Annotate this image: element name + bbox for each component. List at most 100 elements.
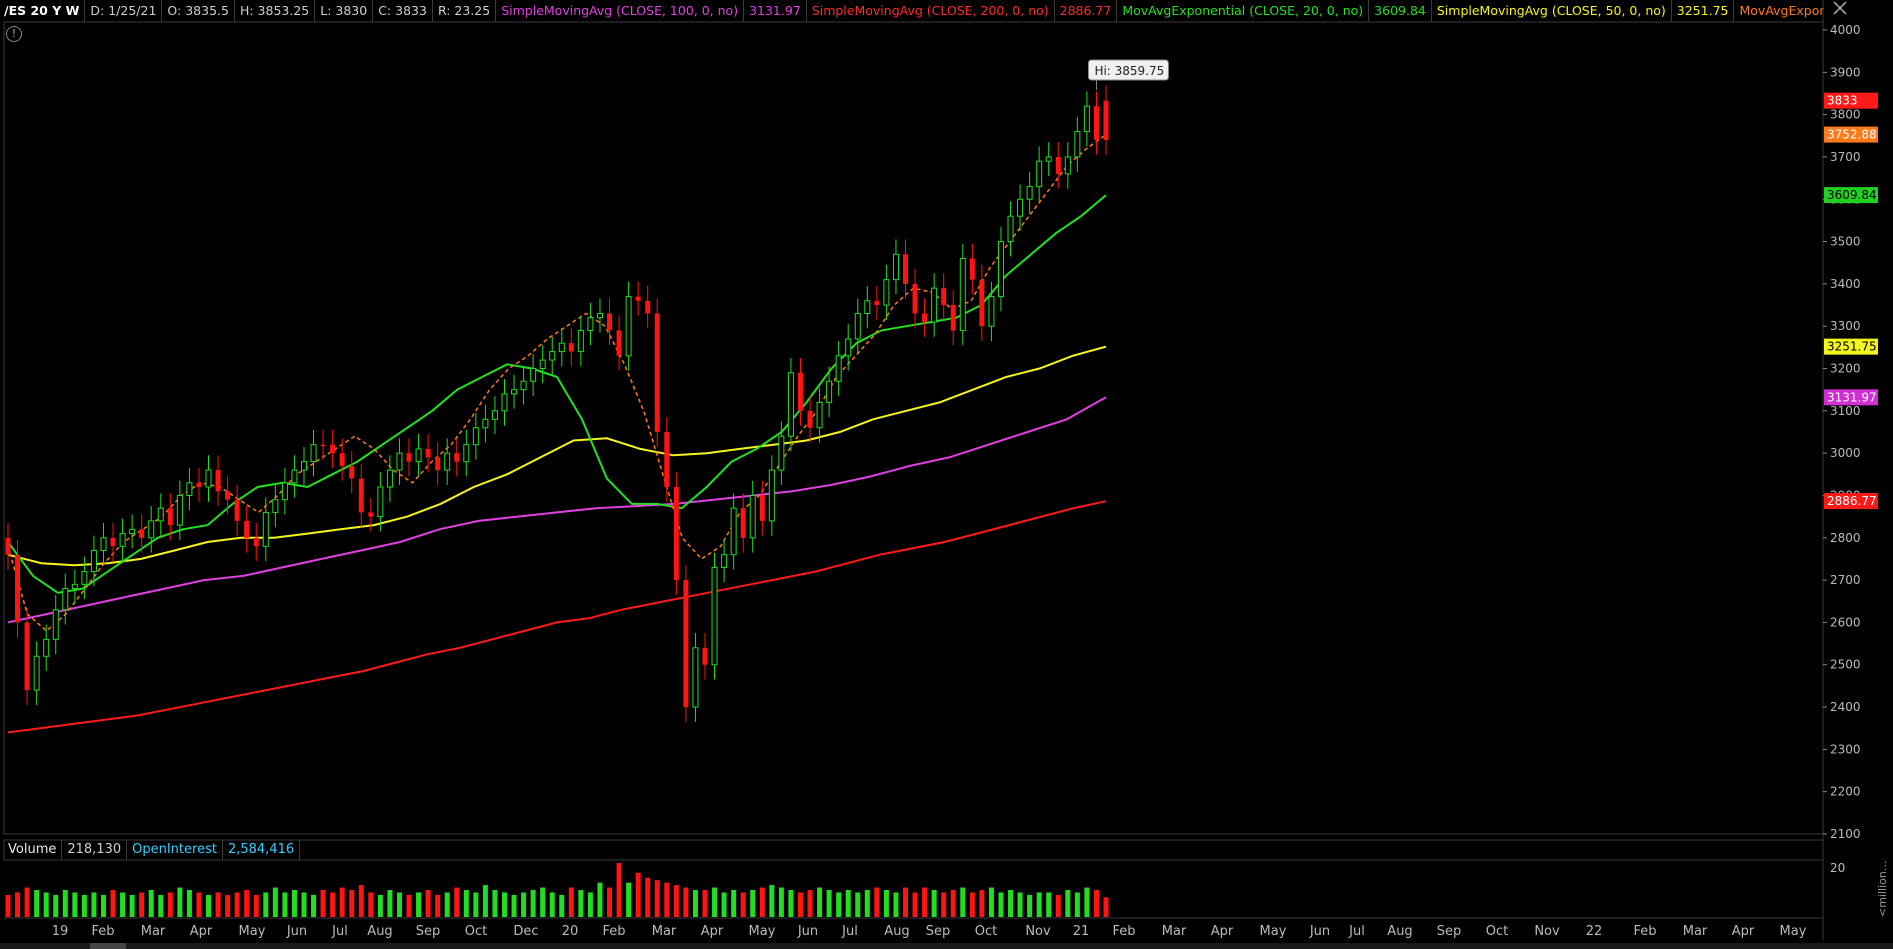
x-tick-label-37: May [1780,924,1807,939]
candle-body-60 [577,329,584,353]
volume-bar-37 [358,885,364,917]
scrollbar-thumb[interactable] [90,943,126,949]
y-tick-label-4000: 4000 [1830,23,1861,37]
volume-bar-77 [740,892,746,917]
volume-bar-84 [807,890,813,917]
x-tick-label-0: 19 [52,924,69,939]
volume-bar-55 [530,890,536,917]
price-flag-label-2: 3609.84 [1827,188,1877,202]
candle-body-64 [616,330,622,356]
volume-bar-103 [988,887,994,917]
candle-body-42 [406,453,412,462]
volume-bar-92 [883,890,889,917]
volume-bar-74 [712,887,718,917]
candle-body-17 [167,508,173,526]
x-tick-label-23: Feb [1112,924,1135,939]
y-tick-label-2200: 2200 [1830,785,1861,799]
open-interest-value: 2,584,416 [223,840,301,860]
candle-body-114 [1093,106,1099,141]
volume-bar-110 [1055,894,1061,917]
volume-bar-28 [272,887,278,917]
volume-bar-112 [1074,892,1080,917]
candle-body-30 [291,469,298,484]
candlesticks [5,85,1109,722]
price-axis: 2100220023002400250026002700280029003000… [1823,23,1861,841]
candle-body-38 [368,512,374,517]
volume-bar-2 [24,887,30,917]
candle-body-101 [969,258,975,280]
volume-bar-70 [673,885,679,917]
candle-body-13 [129,528,136,535]
candle-body-82 [787,372,794,437]
volume-bar-73 [702,890,708,917]
y-tick-label-3300: 3300 [1830,319,1861,333]
candle-body-56 [539,359,546,370]
candle-body-108 [1036,160,1043,188]
candle-body-44 [425,448,431,458]
volume-bar-40 [387,890,393,917]
candle-body-112 [1074,131,1081,158]
volume-bar-49 [473,892,479,917]
volume-bar-6 [62,890,68,917]
candle-body-99 [950,305,956,331]
x-tick-label-26: May [1260,924,1287,939]
candle-body-104 [997,241,1004,298]
candle-body-3 [33,655,40,691]
volume-bar-7 [72,892,78,917]
volume-bar-78 [750,890,756,917]
x-tick-label-17: Jul [841,924,858,939]
x-tick-label-28: Jul [1348,924,1365,939]
volume-bars: 20 <million... [5,861,1889,917]
volume-axis-tick: 20 [1830,861,1845,875]
candle-body-90 [864,300,871,315]
volume-bar-96 [922,887,928,917]
candle-body-75 [721,554,728,568]
volume-bar-4 [43,892,49,917]
volume-bar-54 [521,892,527,917]
volume-bar-68 [654,880,660,917]
volume-bar-19 [186,890,192,917]
candle-body-0 [5,537,11,555]
candle-body-19 [186,482,193,496]
volume-bar-90 [864,890,870,917]
price-flag-label-5: 2886.77 [1827,494,1877,508]
volume-bar-31 [301,892,307,917]
volume-bar-57 [549,892,555,917]
volume-bar-36 [349,890,355,917]
candle-body-16 [157,507,164,522]
candle-body-111 [1064,156,1071,175]
price-chart[interactable]: 2100220023002400250026002700280029003000… [0,0,1893,940]
horizontal-scrollbar[interactable] [0,943,1893,949]
candle-body-54 [520,380,527,391]
volume-bar-30 [291,890,297,917]
candle-body-76 [730,507,737,556]
x-tick-label-15: May [749,924,776,939]
candle-body-84 [807,410,813,428]
volume-bar-22 [215,892,221,917]
candle-body-50 [482,418,489,429]
price-flag-label-4: 3131.97 [1827,390,1877,404]
volume-bar-14 [139,892,145,917]
x-tick-label-29: Aug [1387,924,1412,939]
candle-body-68 [654,313,660,432]
volume-bar-9 [91,892,97,917]
y-tick-label-3200: 3200 [1830,362,1861,376]
candle-body-1 [15,554,21,623]
volume-bar-94 [902,887,908,917]
volume-bar-48 [463,890,469,917]
volume-bar-10 [100,894,106,917]
volume-bar-79 [759,887,765,917]
candle-body-22 [215,470,221,492]
volume-bar-113 [1084,887,1090,917]
x-tick-label-35: Mar [1683,924,1708,939]
candle-body-87 [835,355,842,382]
x-tick-label-27: Jun [1309,924,1330,939]
y-tick-label-3900: 3900 [1830,65,1861,79]
volume-bar-64 [616,863,622,917]
volume-bar-27 [263,892,269,917]
volume-bar-104 [998,892,1004,917]
candle-body-18 [176,494,183,526]
volume-bar-80 [769,885,775,917]
y-tick-label-3800: 3800 [1830,108,1861,122]
candle-body-103 [988,296,995,327]
